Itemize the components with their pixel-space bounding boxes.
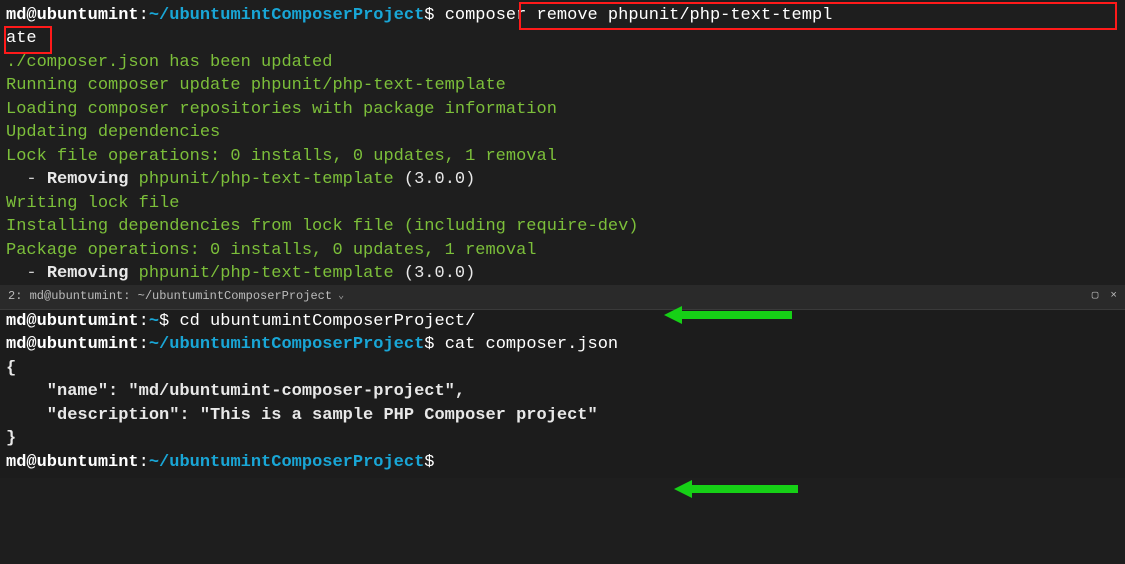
arrow-icon	[674, 480, 798, 498]
arrow-icon	[664, 306, 792, 324]
command-text-line1: composer remove phpunit/php-text-templ	[445, 6, 833, 25]
prompt-line-2: md@ubuntumint:~$ cd ubuntumintComposerPr…	[6, 310, 1119, 333]
command-text: cd ubuntumintComposerProject/	[179, 312, 475, 331]
removing-label: Removing	[47, 170, 139, 189]
output-line: Installing dependencies from lock file (…	[6, 215, 1119, 238]
json-output-line: "name": "md/ubuntumint-composer-project"…	[6, 380, 1119, 403]
paren-open: (	[404, 170, 414, 189]
terminal-header-bar: 2: md@ubuntumint: ~/ubuntumintComposerPr…	[0, 285, 1125, 310]
prompt-colon: :	[139, 312, 149, 331]
maximize-icon[interactable]: ▢	[1092, 289, 1099, 304]
package-version: 3.0.0	[414, 264, 465, 283]
prompt-path: ~	[149, 312, 159, 331]
prompt-dollar: $	[159, 312, 169, 331]
prompt-user: md	[6, 335, 26, 354]
terminal-bottom[interactable]: 2: md@ubuntumint: ~/ubuntumintComposerPr…	[0, 285, 1125, 478]
prompt-line-1-wrap: ate	[6, 27, 1119, 50]
prompt-host: ubuntumint	[37, 453, 139, 472]
prompt-path: ~/ubuntumintComposerProject	[149, 6, 424, 25]
command-text-line2: ate	[6, 29, 37, 48]
prompt-user: md	[6, 453, 26, 472]
prompt-user: md	[6, 6, 26, 25]
terminal-header-right: ▢ ×	[1092, 289, 1117, 304]
output-line: Running composer update phpunit/php-text…	[6, 74, 1119, 97]
command-text: cat composer.json	[445, 335, 618, 354]
prompt-user: md	[6, 312, 26, 331]
output-line: Package operations: 0 installs, 0 update…	[6, 239, 1119, 262]
paren-close: )	[465, 170, 475, 189]
arrow-head-icon	[664, 306, 682, 324]
output-line-removing: - Removing phpunit/php-text-template (3.…	[6, 262, 1119, 285]
prompt-path: ~/ubuntumintComposerProject	[149, 453, 424, 472]
close-icon[interactable]: ×	[1110, 289, 1117, 304]
json-output-line: "description": "This is a sample PHP Com…	[6, 404, 1119, 427]
prompt-at: @	[26, 453, 36, 472]
prompt-colon: :	[139, 453, 149, 472]
prompt-line-4: md@ubuntumint:~/ubuntumintComposerProjec…	[6, 451, 1119, 474]
indent: -	[6, 264, 47, 283]
prompt-host: ubuntumint	[37, 312, 139, 331]
prompt-host: ubuntumint	[37, 335, 139, 354]
indent: -	[6, 170, 47, 189]
output-line: Writing lock file	[6, 192, 1119, 215]
output-line: Loading composer repositories with packa…	[6, 98, 1119, 121]
json-output-line: }	[6, 427, 1119, 450]
json-output-line: {	[6, 357, 1119, 380]
command-text-part1	[435, 6, 445, 25]
arrow-head-icon	[674, 480, 692, 498]
output-line: Lock file operations: 0 installs, 0 upda…	[6, 145, 1119, 168]
prompt-at: @	[26, 335, 36, 354]
prompt-host: ubuntumint	[37, 6, 139, 25]
package-version: 3.0.0	[414, 170, 465, 189]
terminal-header-left: 2: md@ubuntumint: ~/ubuntumintComposerPr…	[8, 288, 344, 305]
chevron-down-icon[interactable]: ⌄	[338, 290, 344, 304]
prompt-at: @	[26, 6, 36, 25]
removing-label: Removing	[47, 264, 139, 283]
prompt-colon: :	[139, 335, 149, 354]
paren-open: (	[404, 264, 414, 283]
terminal-top[interactable]: md@ubuntumint:~/ubuntumintComposerProjec…	[0, 0, 1125, 285]
prompt-dollar: $	[424, 335, 434, 354]
output-line: ./composer.json has been updated	[6, 51, 1119, 74]
prompt-dollar: $	[424, 6, 434, 25]
prompt-line-1: md@ubuntumint:~/ubuntumintComposerProjec…	[6, 4, 1119, 27]
package-name: phpunit/php-text-template	[139, 170, 404, 189]
paren-close: )	[465, 264, 475, 283]
prompt-at: @	[26, 312, 36, 331]
terminal-tab-title[interactable]: 2: md@ubuntumint: ~/ubuntumintComposerPr…	[8, 288, 332, 305]
arrow-shaft-icon	[692, 485, 798, 493]
prompt-dollar: $	[424, 453, 434, 472]
output-line-removing: - Removing phpunit/php-text-template (3.…	[6, 168, 1119, 191]
package-name: phpunit/php-text-template	[139, 264, 404, 283]
output-line: Updating dependencies	[6, 121, 1119, 144]
terminal-body[interactable]: md@ubuntumint:~$ cd ubuntumintComposerPr…	[0, 310, 1125, 478]
prompt-line-3: md@ubuntumint:~/ubuntumintComposerProjec…	[6, 333, 1119, 356]
prompt-path: ~/ubuntumintComposerProject	[149, 335, 424, 354]
arrow-shaft-icon	[682, 311, 792, 319]
prompt-colon: :	[139, 6, 149, 25]
